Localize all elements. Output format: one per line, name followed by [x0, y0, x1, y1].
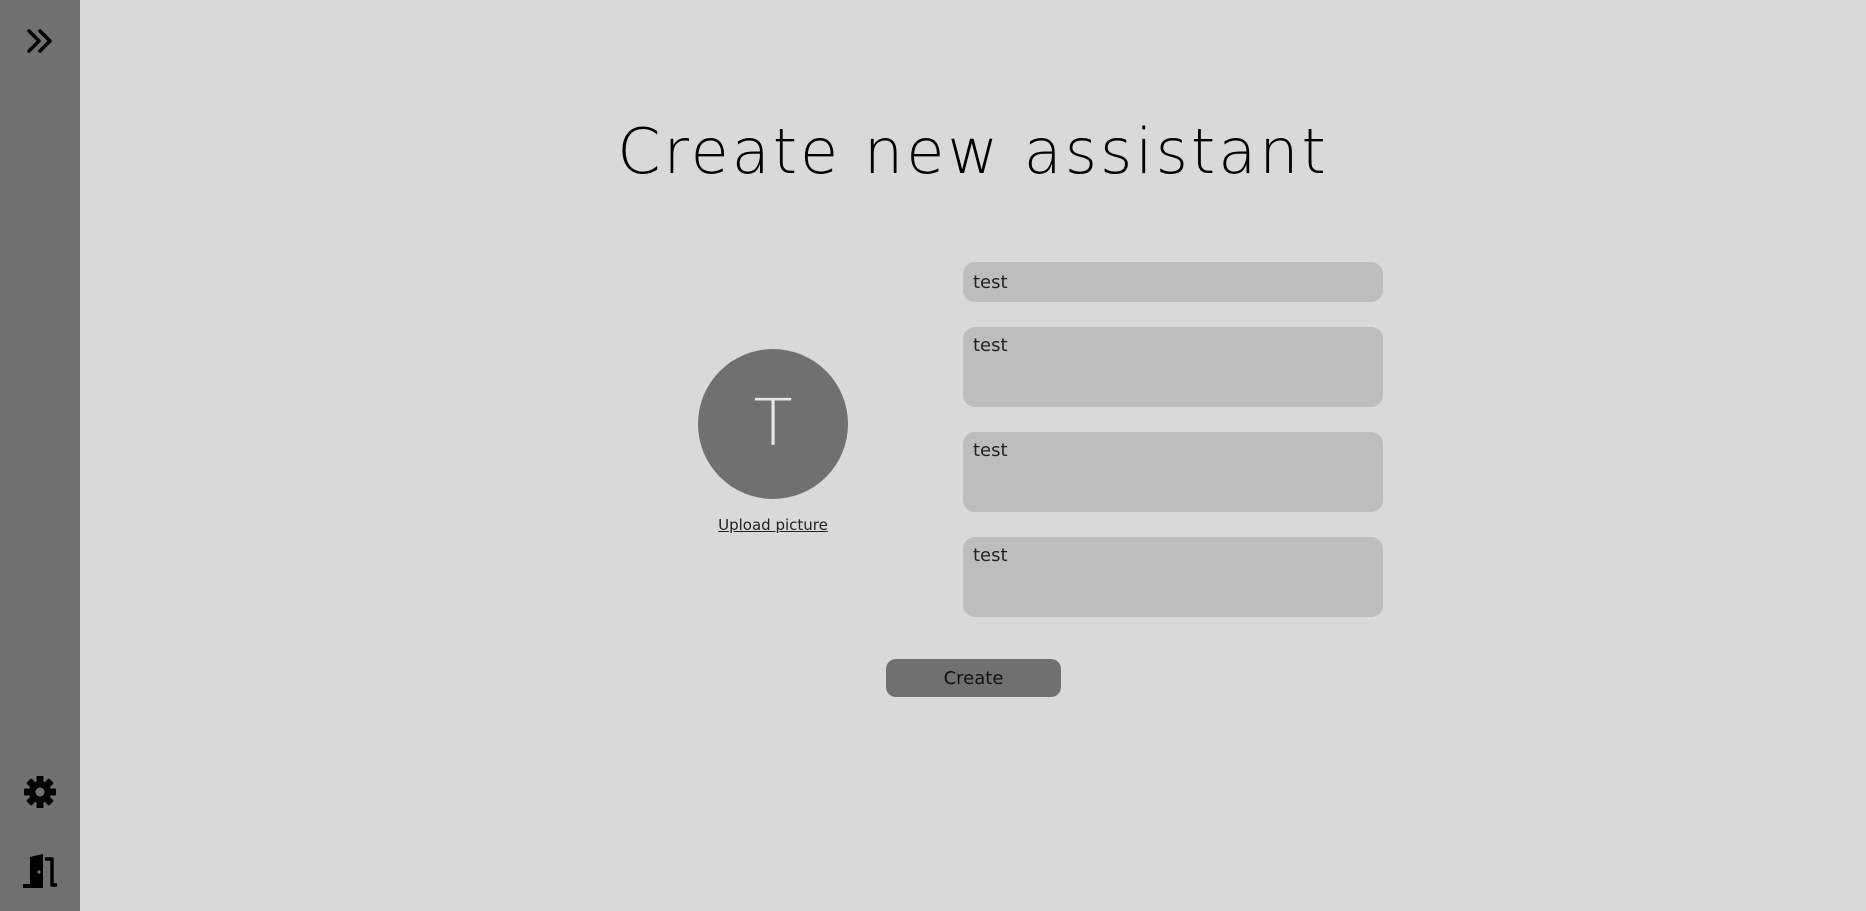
avatar-initial: T — [753, 387, 793, 461]
instructions-textarea[interactable]: test — [963, 432, 1383, 512]
chevron-double-right-icon[interactable] — [0, 22, 80, 60]
gear-icon[interactable] — [0, 772, 80, 812]
description-textarea[interactable]: test — [963, 327, 1383, 407]
name-input[interactable] — [963, 262, 1383, 302]
sidebar — [0, 0, 80, 911]
avatar: T — [698, 349, 848, 499]
details-textarea[interactable]: test — [963, 537, 1383, 617]
main-content: Create new assistant T Upload picture te… — [80, 0, 1866, 911]
page-title: Create new assistant — [617, 115, 1329, 188]
create-button[interactable]: Create — [886, 659, 1061, 697]
exit-door-icon[interactable] — [0, 852, 80, 892]
upload-picture-link[interactable]: Upload picture — [698, 516, 848, 534]
